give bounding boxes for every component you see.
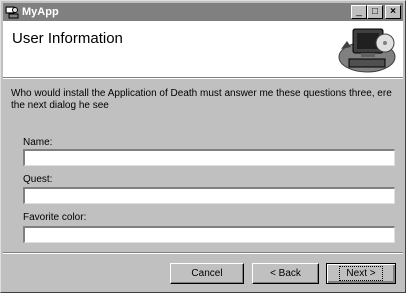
back-label: < Back: [270, 268, 301, 279]
intro-text: Who would install the Application of Dea…: [11, 88, 392, 111]
installer-window: MyApp _ □ × User Information Who would i…: [0, 0, 406, 293]
next-label: Next >: [339, 266, 383, 281]
next-button[interactable]: Next >: [326, 263, 396, 284]
name-field[interactable]: [23, 149, 395, 166]
minimize-button[interactable]: _: [351, 5, 367, 19]
minimize-icon: _: [356, 6, 362, 17]
maximize-icon: □: [371, 6, 379, 17]
close-button[interactable]: ×: [385, 5, 401, 19]
page-title: User Information: [12, 30, 123, 47]
cancel-button[interactable]: Cancel: [170, 263, 244, 284]
window-title: MyApp: [22, 6, 59, 18]
header-divider: [3, 78, 403, 79]
maximize-button[interactable]: □: [367, 5, 383, 19]
favorite-color-field[interactable]: [23, 226, 395, 243]
cancel-label: Cancel: [191, 268, 223, 279]
app-icon: [5, 6, 19, 19]
title-bar-buttons: _ □ ×: [351, 5, 401, 19]
back-button[interactable]: < Back: [252, 263, 319, 284]
close-icon: ×: [390, 6, 396, 17]
favorite-color-label: Favorite color:: [23, 212, 87, 223]
computer-disk-graphic: [338, 28, 396, 73]
title-bar[interactable]: MyApp _ □ ×: [3, 3, 403, 21]
footer-divider-highlight: [3, 253, 403, 254]
name-label: Name:: [23, 137, 53, 148]
quest-field[interactable]: [23, 187, 395, 204]
header-banner: User Information: [3, 21, 403, 78]
quest-label: Quest:: [23, 174, 53, 185]
